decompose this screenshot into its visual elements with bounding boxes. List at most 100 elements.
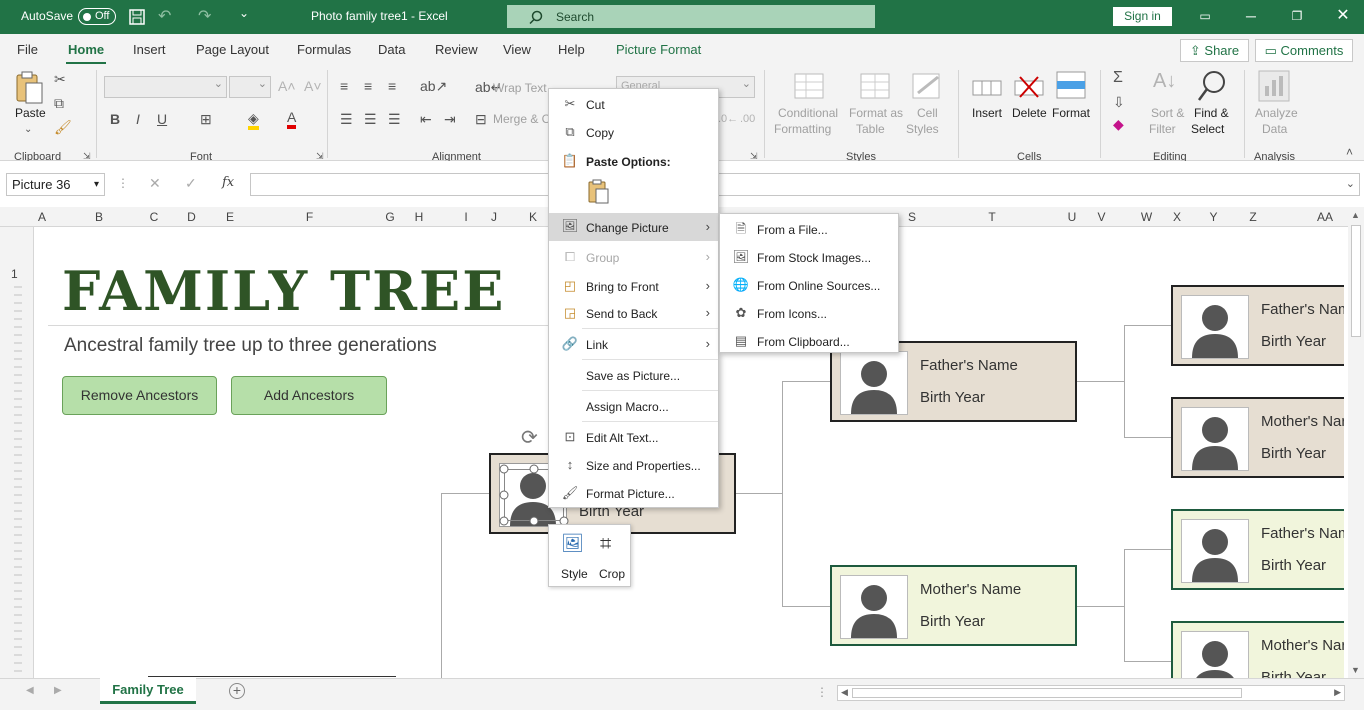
paternal-grandmother-card[interactable]: Mother's Nar Birth Year bbox=[1171, 397, 1344, 478]
merge-icon[interactable]: ⊟ bbox=[475, 111, 487, 127]
scroll-right-icon[interactable]: ▶ bbox=[1334, 687, 1341, 698]
format-as-table-label-2[interactable]: Table bbox=[856, 122, 885, 136]
horizontal-scrollbar[interactable]: ◀ ▶ bbox=[837, 685, 1345, 701]
bold-icon[interactable]: B bbox=[110, 111, 120, 127]
formula-input[interactable]: ⌄ bbox=[250, 173, 1360, 196]
format-cells-label[interactable]: Format bbox=[1052, 106, 1090, 120]
submenu-item-stock-images[interactable]: 🖼 From Stock Images... bbox=[720, 244, 898, 270]
fill-icon[interactable]: ⇩ bbox=[1113, 94, 1125, 110]
align-bottom-icon[interactable]: ≡ bbox=[388, 78, 396, 94]
row-header[interactable]: 1 bbox=[11, 267, 18, 281]
save-icon[interactable] bbox=[129, 9, 145, 25]
column-header[interactable]: I bbox=[440, 210, 492, 224]
column-header[interactable]: Y bbox=[1183, 210, 1244, 224]
tab-picture-format[interactable]: Picture Format bbox=[616, 42, 701, 57]
merge-label[interactable]: Merge & C bbox=[493, 112, 550, 126]
conditional-formatting-label-1[interactable]: Conditional bbox=[778, 106, 838, 120]
name-box[interactable]: Picture 36 ▾ bbox=[6, 173, 105, 196]
italic-icon[interactable]: I bbox=[136, 111, 140, 127]
menu-item-group[interactable]: ⧠ Group › bbox=[549, 244, 718, 270]
style-button[interactable]: 🖼 Style bbox=[557, 533, 591, 581]
format-as-table-label-1[interactable]: Format as bbox=[849, 106, 903, 120]
font-name-combo[interactable] bbox=[104, 76, 227, 98]
rotate-handle-icon[interactable]: ⟳ bbox=[521, 425, 538, 450]
minimize-icon[interactable]: ─ bbox=[1241, 6, 1261, 26]
name-box-dropdown-icon[interactable]: ▾ bbox=[94, 174, 99, 195]
align-top-icon[interactable]: ≡ bbox=[340, 78, 348, 94]
column-header[interactable]: E bbox=[223, 210, 237, 224]
increase-decimal-icon[interactable]: .0← bbox=[718, 111, 738, 127]
fill-color-icon[interactable]: ◈ bbox=[248, 110, 259, 130]
column-header[interactable]: F bbox=[237, 210, 382, 224]
grandparent-photo[interactable] bbox=[1181, 631, 1249, 678]
align-middle-icon[interactable]: ≡ bbox=[364, 78, 372, 94]
mother-card[interactable]: Mother's Name Birth Year bbox=[830, 565, 1077, 646]
font-size-combo[interactable] bbox=[229, 76, 271, 98]
tab-view[interactable]: View bbox=[503, 42, 531, 57]
ribbon-display-icon[interactable]: ▭ bbox=[1195, 6, 1215, 26]
font-color-icon[interactable]: A bbox=[287, 109, 297, 129]
insert-cells-label[interactable]: Insert bbox=[972, 106, 1002, 120]
menu-item-send-to-back[interactable]: ◲ Send to Back › bbox=[549, 300, 718, 326]
paste-dropdown-icon[interactable]: ⌄ bbox=[24, 122, 32, 138]
scroll-down-icon[interactable]: ▼ bbox=[1351, 665, 1360, 675]
menu-item-link[interactable]: 🔗 Link › bbox=[549, 331, 718, 357]
column-header[interactable]: U bbox=[1063, 210, 1081, 224]
column-header[interactable]: A bbox=[34, 210, 50, 224]
add-sheet-icon[interactable]: + bbox=[229, 683, 245, 699]
find-select-icon[interactable] bbox=[1197, 70, 1227, 102]
submenu-item-icons[interactable]: ✿ From Icons... bbox=[720, 300, 898, 326]
menu-item-change-picture[interactable]: 🖼 Change Picture › bbox=[549, 213, 718, 241]
analyze-data-label-1[interactable]: Analyze bbox=[1255, 106, 1298, 120]
analyze-data-icon[interactable] bbox=[1258, 70, 1290, 102]
grandparent-photo[interactable] bbox=[1181, 407, 1249, 471]
share-button[interactable]: ⇪ Share bbox=[1180, 39, 1249, 62]
copy-icon[interactable]: ⧉ bbox=[54, 95, 64, 111]
column-header[interactable]: X bbox=[1171, 210, 1183, 224]
undo-icon[interactable]: ↶ bbox=[158, 6, 171, 26]
conditional-formatting-icon[interactable] bbox=[794, 73, 824, 99]
find-select-label-2[interactable]: Select bbox=[1191, 122, 1224, 136]
sort-filter-label-1[interactable]: Sort & bbox=[1151, 106, 1184, 120]
tab-insert[interactable]: Insert bbox=[133, 42, 166, 57]
delete-cells-icon[interactable] bbox=[1014, 73, 1044, 99]
scroll-up-icon[interactable]: ▲ bbox=[1351, 210, 1360, 220]
scrollbar-thumb[interactable] bbox=[1351, 225, 1361, 337]
column-header[interactable]: H bbox=[398, 210, 440, 224]
crop-button[interactable]: ⌗ Crop bbox=[597, 533, 627, 581]
column-header[interactable]: S bbox=[903, 210, 921, 224]
conditional-formatting-label-2[interactable]: Formatting bbox=[774, 122, 831, 136]
add-ancestors-button[interactable]: Add Ancestors bbox=[231, 376, 387, 415]
hscrollbar-thumb[interactable] bbox=[852, 688, 1242, 698]
menu-item-edit-alt-text[interactable]: ⊡ Edit Alt Text... bbox=[549, 424, 718, 450]
increase-indent-icon[interactable]: ⇥ bbox=[444, 111, 456, 127]
tab-file[interactable]: File bbox=[17, 42, 38, 57]
redo-icon[interactable]: ↷ bbox=[198, 6, 211, 26]
wrap-text-label[interactable]: Wrap Text bbox=[493, 81, 547, 95]
mother-photo[interactable] bbox=[840, 575, 908, 639]
grandparent-photo[interactable] bbox=[1181, 519, 1249, 583]
column-header[interactable]: W bbox=[1122, 210, 1171, 224]
cell-styles-icon[interactable] bbox=[912, 73, 942, 99]
column-header[interactable]: G bbox=[382, 210, 398, 224]
restore-icon[interactable]: ❐ bbox=[1287, 6, 1307, 26]
search-box[interactable]: Search bbox=[507, 5, 875, 28]
delete-cells-label[interactable]: Delete bbox=[1012, 106, 1047, 120]
align-center-icon[interactable]: ☰ bbox=[364, 111, 377, 127]
decrease-indent-icon[interactable]: ⇤ bbox=[420, 111, 432, 127]
maternal-grandfather-card[interactable]: Father's Nam Birth Year bbox=[1171, 509, 1344, 590]
column-header[interactable]: V bbox=[1081, 210, 1122, 224]
menu-item-bring-to-front[interactable]: ◰ Bring to Front › bbox=[549, 273, 718, 299]
insert-function-icon[interactable]: fx bbox=[222, 175, 234, 190]
column-header[interactable]: C bbox=[148, 210, 160, 224]
sign-in-button[interactable]: Sign in bbox=[1113, 7, 1172, 26]
tab-page-layout[interactable]: Page Layout bbox=[196, 42, 269, 57]
cancel-icon[interactable]: ✕ bbox=[149, 175, 161, 192]
find-select-label-1[interactable]: Find & bbox=[1194, 106, 1229, 120]
close-icon[interactable]: ✕ bbox=[1333, 6, 1353, 26]
column-header[interactable]: B bbox=[50, 210, 148, 224]
paste-icon[interactable] bbox=[14, 71, 44, 105]
menu-item-format-picture[interactable]: 🖌 Format Picture... bbox=[549, 480, 718, 506]
autosave-toggle[interactable]: Off bbox=[78, 8, 116, 25]
underline-icon[interactable]: U bbox=[157, 111, 167, 127]
